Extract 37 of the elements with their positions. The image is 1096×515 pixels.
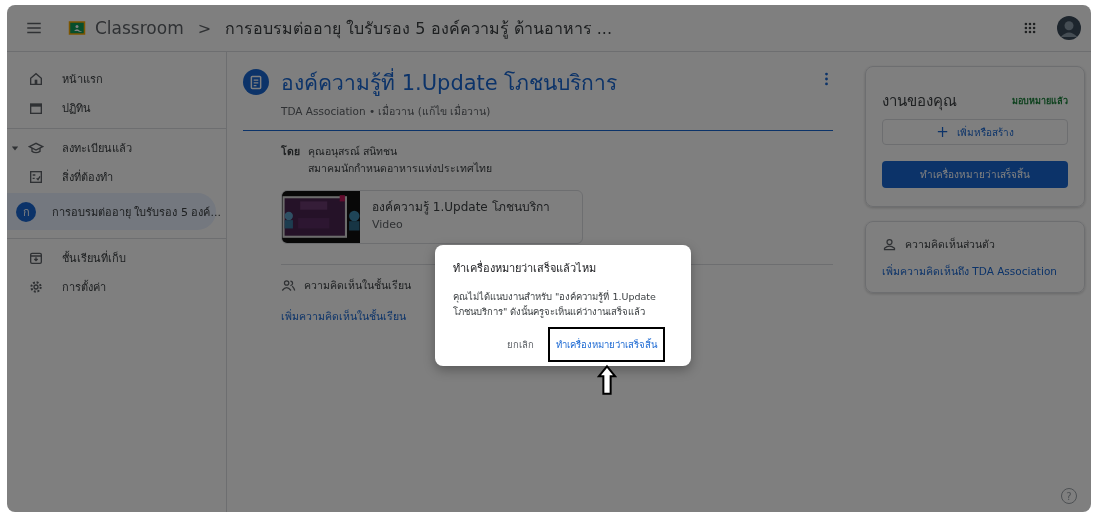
- add-or-create-button[interactable]: + เพิ่มหรือสร้าง: [882, 119, 1068, 145]
- apps-grid-icon: [1023, 21, 1037, 35]
- post-meta: TDA Association • เมื่อวาน (แก้ไข เมื่อวาน): [281, 103, 492, 119]
- people-icon: [281, 278, 296, 293]
- sidebar-item[interactable]: หน้าแรก: [7, 64, 216, 93]
- avatar-icon: [1057, 16, 1081, 40]
- course-title: การอบรมต่ออายุ ใบรับรอง 5 องค์ความรู้ ด้านอาหาร ...: [225, 17, 612, 41]
- mark-as-done-button[interactable]: ทำเครื่องหมายว่าเสร็จสิ้น: [882, 161, 1068, 188]
- sidebar-item[interactable]: ชั้นเรียนที่เก็บ: [7, 243, 216, 272]
- classroom-logo-icon: [67, 19, 87, 37]
- home-icon: [28, 70, 44, 87]
- checklist-icon: [28, 168, 44, 185]
- your-work-title: งานของคุณ: [882, 91, 957, 113]
- attachment-card[interactable]: องค์ความรู้ 1.Update โภชนบริกา Video: [281, 190, 583, 244]
- status-label: มอบหมายแล้ว: [1012, 95, 1068, 108]
- author-name: คุณอนุสรณ์ สนิทชน: [308, 144, 399, 160]
- class-comments-label: ความคิดเห็นในชั้นเรียน: [304, 277, 411, 293]
- sidebar-item[interactable]: สิ่งที่ต้องทำ: [7, 162, 216, 191]
- app-name[interactable]: Classroom: [95, 18, 184, 38]
- post-title: องค์ความรู้ที่ 1.Update โภชนบริการ: [281, 66, 812, 99]
- dialog-message: คุณไม่ได้แนบงานสำหรับ "องค์ความรู้ที่ 1.Update โภชนบริการ" ดังนั้นครูจะเห็นแค่ว่างานเสร็จแล้ว: [452, 289, 657, 319]
- sidebar-item[interactable]: การตั้งค่า: [7, 272, 216, 301]
- attachment-type: Video: [372, 218, 404, 231]
- add-private-comment-link[interactable]: เพิ่มความคิดเห็นถึง TDA Association: [882, 263, 1068, 280]
- private-comments-label: ความคิดเห็นส่วนตัว: [905, 236, 995, 252]
- author-organization: สมาคมนักกำหนดอาหารแห่งประเทศไทย: [308, 161, 492, 176]
- cancel-button[interactable]: ยกเลิก: [501, 327, 540, 362]
- course-avatar: ก: [16, 201, 36, 222]
- assignment-icon: [243, 69, 269, 95]
- person-icon: [882, 237, 897, 252]
- sidebar-item[interactable]: ปฏิทิน: [7, 93, 216, 122]
- attachment-title: องค์ความรู้ 1.Update โภชนบริกา: [372, 199, 550, 216]
- breadcrumb-separator: >: [197, 18, 212, 38]
- sidebar-item[interactable]: ลงทะเบียนแล้ว: [7, 133, 216, 162]
- dialog-title: ทำเครื่องหมายว่าเสร็จแล้วไหม: [452, 259, 597, 277]
- author-label: โดย: [281, 144, 300, 159]
- more-options-icon: [824, 72, 829, 86]
